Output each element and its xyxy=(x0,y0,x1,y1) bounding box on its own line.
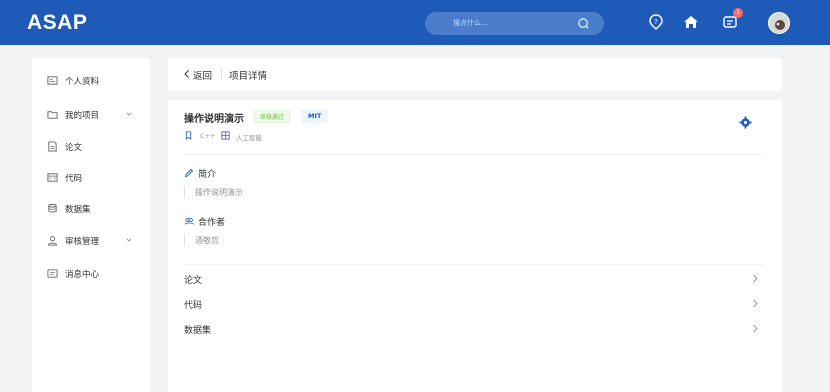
gear-icon[interactable] xyxy=(739,116,752,129)
sidebar-item-datasets[interactable]: 数据集 xyxy=(32,199,150,221)
message-icon xyxy=(47,269,58,278)
intro-title: 简介 xyxy=(198,170,217,180)
sidebar-item-my-projects[interactable]: 我的项目 xyxy=(32,105,150,127)
sidebar: 个人资料 我的项目 论文 代码 数据集 审核管理 消息中心 xyxy=(32,58,150,392)
back-link[interactable]: 返回 xyxy=(193,68,212,82)
chevron-down-icon xyxy=(126,238,132,242)
list-item-label: 论文 xyxy=(184,276,203,286)
chevron-left-icon[interactable] xyxy=(183,69,191,79)
folder-icon xyxy=(47,111,58,119)
status-badge: 审核通过 xyxy=(254,110,291,123)
code-icon xyxy=(47,173,58,182)
divider xyxy=(184,154,764,155)
sidebar-item-messages[interactable]: 消息中心 xyxy=(32,264,150,286)
sidebar-item-label: 代码 xyxy=(65,174,83,184)
list-item-datasets[interactable]: 数据集 xyxy=(184,319,764,339)
intro-text: 操作说明演示 xyxy=(195,188,243,197)
collaborators-title: 合作者 xyxy=(198,218,226,228)
sidebar-item-label: 消息中心 xyxy=(65,270,100,280)
svg-text:?: ? xyxy=(654,18,658,26)
bookmark-icon xyxy=(185,131,192,140)
list-item-papers[interactable]: 论文 xyxy=(184,269,764,289)
top-header: ASAP 搜点什么... ? 1 xyxy=(0,0,830,45)
divider xyxy=(184,264,764,265)
help-icon[interactable]: ? xyxy=(647,13,665,31)
project-language: C++ xyxy=(200,132,216,140)
avatar-image xyxy=(769,13,789,33)
database-icon xyxy=(48,203,57,213)
chevron-right-icon xyxy=(753,299,758,308)
sidebar-item-code[interactable]: 代码 xyxy=(32,168,150,190)
sidebar-item-review[interactable]: 审核管理 xyxy=(32,231,150,253)
chevron-down-icon xyxy=(126,112,132,116)
license-badge: MIT xyxy=(301,110,329,123)
quote-bar xyxy=(184,186,185,198)
list-item-label: 代码 xyxy=(184,301,203,311)
document-icon xyxy=(48,141,57,152)
collaborators-text: 酒敬哲 xyxy=(195,236,219,245)
sidebar-item-label: 我的项目 xyxy=(65,111,100,121)
project-detail-panel: 操作说明演示 审核通过 MIT C++ 人工智能 简介 操作说明演示 合作者 酒… xyxy=(168,100,782,392)
sidebar-item-label: 数据集 xyxy=(65,205,91,215)
app-logo[interactable]: ASAP xyxy=(27,11,87,35)
quote-bar xyxy=(184,234,185,246)
user-review-icon xyxy=(47,236,58,246)
sidebar-item-profile[interactable]: 个人资料 xyxy=(32,71,150,93)
notification-badge: 1 xyxy=(733,8,743,18)
list-item-label: 数据集 xyxy=(184,326,212,336)
home-icon[interactable] xyxy=(682,13,700,31)
sidebar-item-label: 个人资料 xyxy=(65,77,100,87)
search-input[interactable]: 搜点什么... xyxy=(453,18,488,28)
edit-icon xyxy=(184,168,194,178)
project-field: 人工智能 xyxy=(236,134,262,142)
search-bar[interactable]: 搜点什么... xyxy=(425,12,604,35)
field-icon xyxy=(221,131,230,140)
project-title: 操作说明演示 xyxy=(184,114,244,125)
sidebar-item-label: 论文 xyxy=(65,143,83,153)
search-icon[interactable] xyxy=(576,16,591,31)
profile-card-icon xyxy=(47,76,58,85)
sidebar-item-papers[interactable]: 论文 xyxy=(32,137,150,159)
sidebar-item-label: 审核管理 xyxy=(65,237,100,247)
avatar[interactable] xyxy=(768,12,790,34)
page-title: 项目详情 xyxy=(229,71,268,82)
chevron-right-icon xyxy=(753,324,758,333)
collaborators-icon xyxy=(184,218,194,225)
chevron-right-icon xyxy=(753,274,758,283)
breadcrumb: 返回 项目详情 xyxy=(168,58,782,91)
list-item-code[interactable]: 代码 xyxy=(184,294,764,314)
breadcrumb-divider xyxy=(221,69,222,80)
